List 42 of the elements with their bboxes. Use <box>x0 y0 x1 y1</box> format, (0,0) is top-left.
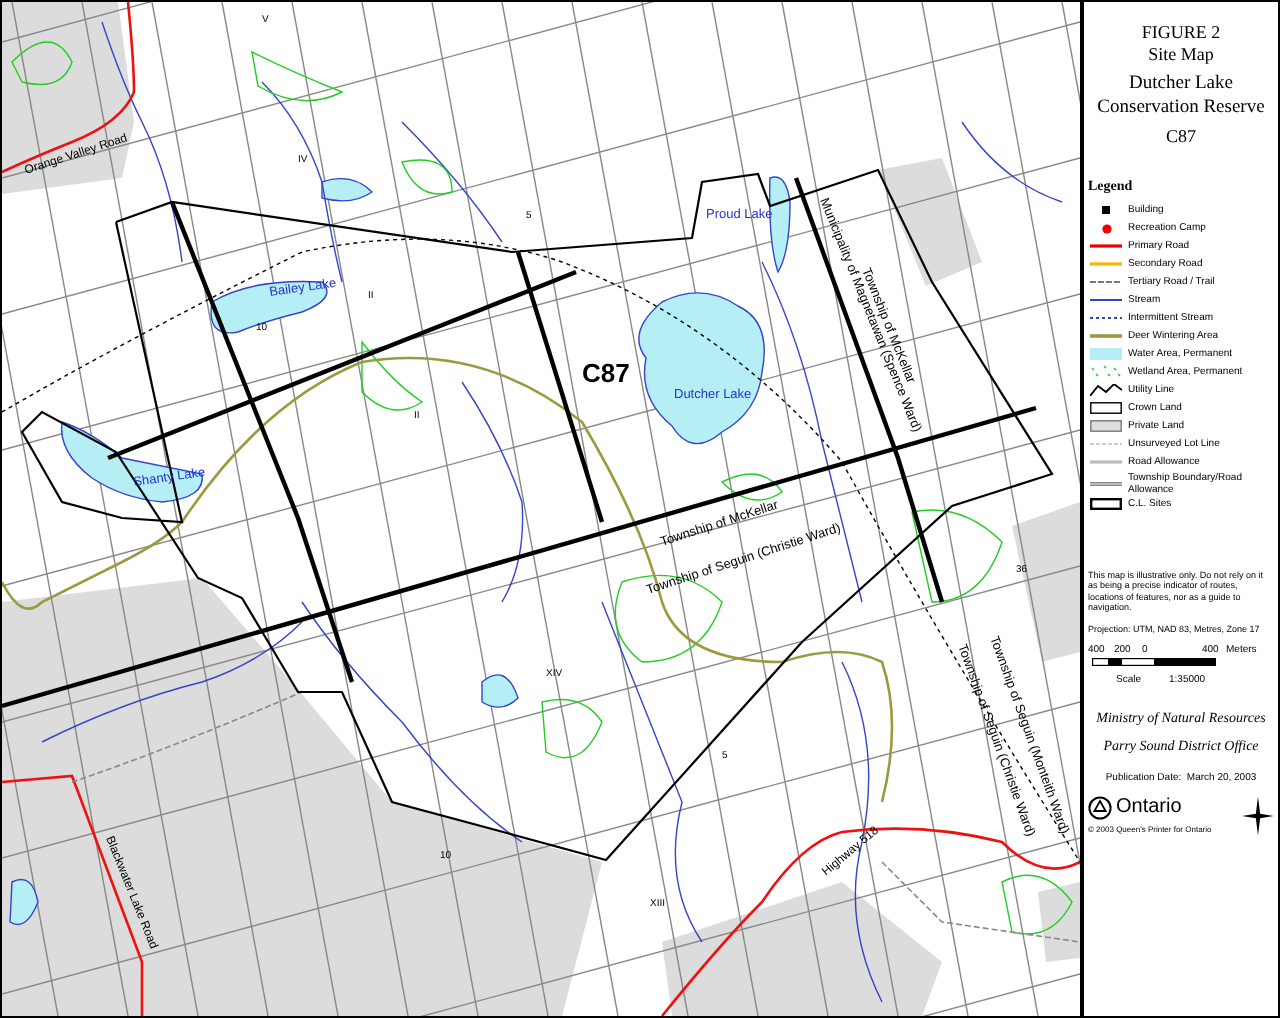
stream <box>961 121 1063 203</box>
double-line-icon <box>1090 481 1122 485</box>
wetland-patch <box>614 574 723 663</box>
zigzag-line-icon <box>1090 384 1122 396</box>
dotted-line-icon <box>1090 316 1122 320</box>
private-land-parcel <box>1038 882 1080 962</box>
wetland-patch <box>1001 874 1073 935</box>
wetland-patch <box>11 41 73 86</box>
swatch-icon <box>1090 420 1122 432</box>
lake <box>768 176 791 273</box>
scale-bar <box>1092 658 1216 667</box>
line-icon <box>1090 244 1122 248</box>
wetland-patch <box>541 698 603 759</box>
lake <box>60 421 204 503</box>
lake <box>481 674 519 708</box>
square-icon <box>1102 206 1110 214</box>
map-subtitle: Site Map <box>1148 44 1214 66</box>
swatch-icon <box>1090 402 1122 414</box>
dot-icon <box>1101 223 1111 233</box>
lake <box>321 177 373 202</box>
site-label: C87 <box>582 358 630 388</box>
wetland-patch <box>401 159 453 195</box>
dashed-line-icon <box>1090 442 1122 446</box>
line-icon <box>1090 298 1122 302</box>
outline-rect-icon <box>1090 498 1122 510</box>
wetland-patch <box>721 473 783 501</box>
swatch-icon <box>1090 348 1122 360</box>
wetland-patch <box>361 341 423 411</box>
trillium-icon <box>1088 796 1112 821</box>
dashed-line-icon <box>1090 280 1122 284</box>
wetland-icon <box>1090 366 1122 378</box>
site-code: C87 <box>1165 126 1196 148</box>
line-icon <box>1090 460 1122 464</box>
figure-number: FIGURE 2 <box>1141 22 1221 44</box>
line-icon <box>1090 262 1122 266</box>
ontario-logo-text: Ontario <box>1116 796 1182 821</box>
lake <box>9 878 39 926</box>
wetland-patch <box>251 51 343 102</box>
stream <box>401 121 503 243</box>
line-icon <box>1090 334 1122 338</box>
wetland-patch <box>911 509 1003 603</box>
map-title: Dutcher Lake Conservation Reserve <box>1095 72 1267 120</box>
